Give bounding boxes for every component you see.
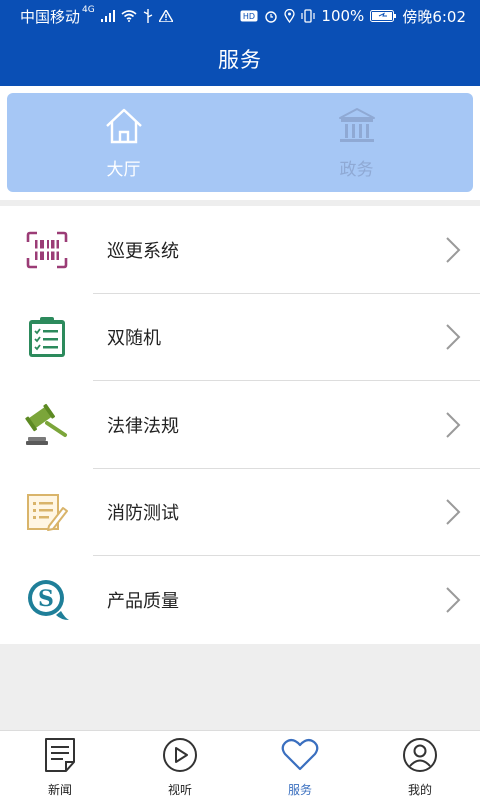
service-list: 巡更系统 双随机 法律法规 消防测试 S 产品质量 bbox=[0, 206, 480, 644]
warning-icon bbox=[158, 10, 173, 22]
tab-government-label: 政务 bbox=[339, 160, 374, 180]
tab-government[interactable]: 政务 bbox=[240, 93, 473, 192]
bank-icon bbox=[337, 107, 377, 149]
nav-service-label: 服务 bbox=[287, 783, 312, 797]
heart-icon bbox=[281, 737, 319, 777]
chevron-right-icon bbox=[444, 586, 462, 614]
signal-icon bbox=[100, 10, 115, 22]
vibrate-icon bbox=[301, 9, 316, 23]
location-icon bbox=[284, 9, 296, 23]
title-bar: 服务 bbox=[0, 32, 480, 86]
battery-icon bbox=[370, 10, 397, 22]
gavel-icon bbox=[24, 402, 70, 448]
alarm-icon bbox=[264, 9, 278, 23]
tab-panel: 大厅 政务 bbox=[0, 86, 480, 200]
carrier-label: 中国移动 bbox=[20, 7, 81, 26]
status-bar: 中国移动 4G HD 100% 傍晚6:02 bbox=[0, 0, 480, 32]
document-edit-icon bbox=[24, 489, 70, 535]
list-item-double-random[interactable]: 双随机 bbox=[0, 294, 480, 381]
clock: 傍晚6:02 bbox=[402, 7, 466, 26]
nav-profile-label: 我的 bbox=[407, 783, 432, 797]
battery-percent: 100% bbox=[321, 7, 365, 25]
list-item-fire-test[interactable]: 消防测试 bbox=[0, 469, 480, 556]
tab-switcher: 大厅 政务 bbox=[7, 93, 473, 192]
nav-media[interactable]: 视听 bbox=[120, 731, 240, 800]
tab-hall[interactable]: 大厅 bbox=[7, 93, 240, 192]
quality-s-icon: S bbox=[24, 577, 70, 623]
home-icon bbox=[104, 107, 144, 149]
list-item-label: 双随机 bbox=[107, 328, 161, 350]
news-icon bbox=[43, 737, 77, 777]
list-item-label: 法律法规 bbox=[107, 415, 179, 437]
play-icon bbox=[162, 737, 198, 777]
clipboard-checklist-icon bbox=[24, 314, 70, 360]
list-item-label: 巡更系统 bbox=[107, 240, 179, 262]
svg-text:S: S bbox=[38, 586, 54, 612]
list-item-patrol[interactable]: 巡更系统 bbox=[0, 206, 480, 294]
bottom-navigation: 新闻 视听 服务 我的 bbox=[0, 730, 480, 800]
chevron-right-icon bbox=[444, 411, 462, 439]
patrol-barcode-icon bbox=[24, 227, 70, 273]
chevron-right-icon bbox=[444, 498, 462, 526]
tab-hall-label: 大厅 bbox=[106, 160, 141, 180]
list-item-label: 消防测试 bbox=[107, 503, 179, 525]
nav-profile[interactable]: 我的 bbox=[360, 731, 480, 800]
nav-media-label: 视听 bbox=[167, 783, 192, 797]
chevron-right-icon bbox=[444, 236, 462, 264]
usb-icon bbox=[143, 9, 153, 23]
svg-text:HD: HD bbox=[243, 12, 255, 21]
user-icon bbox=[402, 737, 438, 777]
network-type-label: 4G bbox=[82, 5, 95, 15]
nav-news-label: 新闻 bbox=[47, 783, 72, 797]
chevron-right-icon bbox=[444, 323, 462, 351]
page-title: 服务 bbox=[218, 48, 262, 72]
nav-service[interactable]: 服务 bbox=[240, 731, 360, 800]
nav-news[interactable]: 新闻 bbox=[0, 731, 120, 800]
wifi-icon bbox=[121, 10, 137, 22]
list-item-product-quality[interactable]: S 产品质量 bbox=[0, 556, 480, 644]
hd-icon: HD bbox=[240, 10, 258, 22]
list-item-laws[interactable]: 法律法规 bbox=[0, 381, 480, 469]
list-item-label: 产品质量 bbox=[107, 590, 179, 612]
